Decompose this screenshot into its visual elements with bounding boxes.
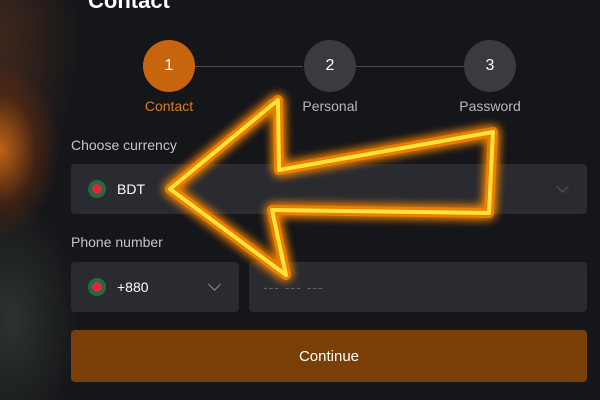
step-number: 1 (164, 57, 174, 74)
step-1-label: Contact (144, 98, 194, 114)
phone-number-input[interactable] (249, 262, 587, 312)
stepper-connector (356, 66, 464, 67)
currency-value: BDT (117, 181, 145, 197)
step-number: 2 (325, 57, 335, 74)
step-1-circle[interactable]: 1 (143, 40, 195, 92)
currency-select[interactable]: BDT (71, 164, 587, 214)
currency-label: Choose currency (71, 137, 177, 153)
continue-button[interactable]: Continue (71, 330, 587, 382)
bangladesh-flag-icon (88, 278, 106, 296)
stepper-connector (195, 66, 303, 67)
chevron-down-icon (556, 180, 569, 193)
step-2-circle[interactable]: 2 (304, 40, 356, 92)
country-code-value: +880 (117, 279, 149, 295)
step-3-label: Password (459, 98, 521, 114)
step-number: 3 (485, 57, 495, 74)
registration-stepper: 1 2 3 Contact Personal Password (0, 0, 600, 120)
chevron-down-icon (208, 278, 221, 291)
bangladesh-flag-icon (88, 180, 106, 198)
step-3-circle[interactable]: 3 (464, 40, 516, 92)
step-2-label: Personal (302, 98, 358, 114)
country-code-select[interactable]: +880 (71, 262, 239, 312)
phone-label: Phone number (71, 234, 163, 250)
